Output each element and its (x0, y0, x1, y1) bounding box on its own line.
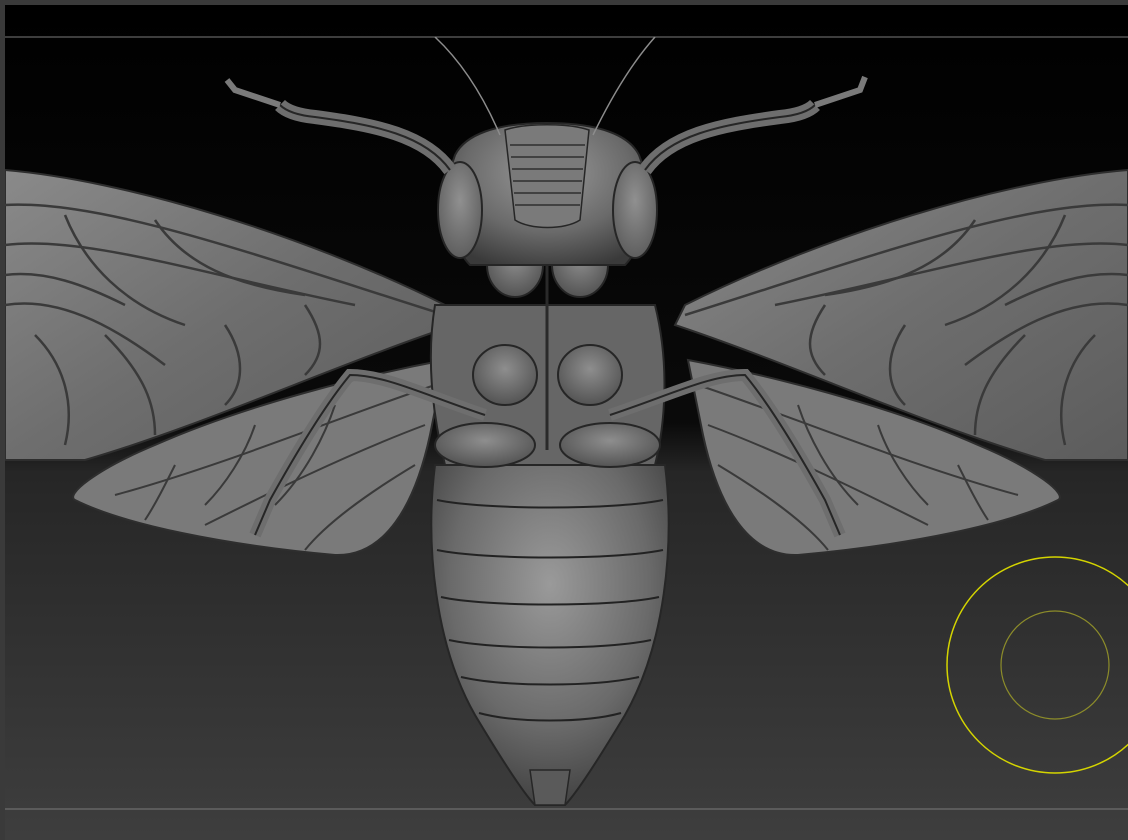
document-viewport[interactable] (5, 5, 1128, 840)
sculpt-canvas[interactable] (5, 5, 1128, 840)
head (437, 121, 658, 266)
zbrush-app (0, 0, 1128, 840)
